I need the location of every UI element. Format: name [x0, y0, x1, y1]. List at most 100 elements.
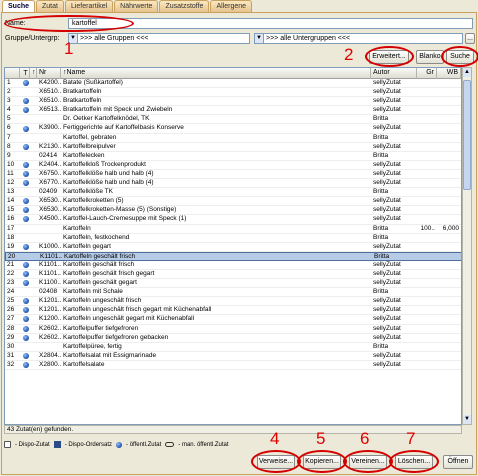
table-row[interactable]: 2 X6510.. Bratkartoffeln sellyZutat — [5, 88, 461, 98]
row-wb — [437, 343, 461, 351]
row-flag — [30, 306, 37, 314]
col-header-type[interactable]: T — [20, 68, 30, 79]
row-number: 20 — [8, 252, 16, 260]
table-row[interactable]: 21 K1101.. Kartoffeln geschält frisch selly… — [5, 260, 461, 270]
erweitert-button[interactable]: Erweitert... — [369, 50, 409, 64]
table-row[interactable]: 12 X6770.. Kartoffelklöße halb und halb (4… — [5, 179, 461, 189]
table-row[interactable]: 27 K1200.. Kartoffeln ungeschält gegart mi… — [5, 315, 461, 325]
table-row[interactable]: 6 K3900.. Fertiggerichte auf Kartoffelbasi… — [5, 124, 461, 134]
col-header-nr[interactable]: Nr — [37, 68, 61, 79]
subgroup-select[interactable]: ▼ >>> alle Untergruppen <<< — [254, 33, 463, 44]
row-flag — [30, 234, 37, 242]
row-autor: sellyZutat — [373, 179, 401, 187]
loeschen-button[interactable]: Löschen... — [395, 455, 433, 469]
row-wb — [437, 215, 461, 223]
row-wb — [437, 97, 461, 105]
group-select[interactable]: ▼ >>> alle Gruppen <<< — [68, 33, 250, 44]
row-type — [21, 253, 31, 260]
col-header-num[interactable] — [5, 68, 20, 79]
row-type — [20, 225, 30, 233]
table-row[interactable]: 23 K1100.. Kartoffeln geschält gegart selly… — [5, 279, 461, 289]
result-count: 43 Zutat(en) gefunden. — [7, 426, 74, 433]
table-row[interactable]: 26 K1201.. Kartoffeln ungeschält frisch ge… — [5, 306, 461, 316]
row-type — [20, 115, 30, 123]
table-row[interactable]: 3 X6510.. Bratkartoffeln sellyZutat — [5, 97, 461, 107]
table-row[interactable]: 22 K1101.. Kartoffeln geschält frisch gega… — [5, 270, 461, 280]
table-row[interactable]: 20 K1101.. Kartoffeln geschält frisch Britt… — [5, 251, 461, 261]
table-row[interactable]: 9 02414 Kartoffelecken Britta — [5, 151, 461, 161]
row-gr — [417, 124, 437, 132]
kopieren-button[interactable]: Kopieren... — [303, 455, 341, 469]
tab-2[interactable]: Lieferartikel — [64, 0, 114, 12]
tab-4[interactable]: Zusatzstoffe — [159, 0, 210, 12]
tab-3[interactable]: Nährwerte — [114, 0, 159, 12]
table-row[interactable]: 4 X6513.. Bratkartoffeln mit Speck und Zwi… — [5, 106, 461, 116]
col-header-name[interactable]: ↑Name — [61, 68, 371, 79]
table-row[interactable]: 14 X6530.. Kartoffelkroketten (5) sellyZuta… — [5, 197, 461, 207]
col-header-autor[interactable]: Autor — [371, 68, 417, 79]
table-row[interactable]: 7 Kartoffel, gebraten Britta — [5, 134, 461, 143]
scroll-thumb[interactable] — [463, 80, 471, 190]
suche-button[interactable]: Suche — [446, 50, 474, 64]
globe-icon — [23, 361, 29, 368]
row-wb — [437, 143, 461, 151]
name-input[interactable]: kartoffel — [68, 18, 473, 29]
row-gr — [417, 197, 437, 205]
table-row[interactable]: 17 Kartoffeln Britta 100.. 6,000 — [5, 225, 461, 234]
table-row[interactable]: 19 K1000.. Kartoffeln gegart sellyZutat — [5, 242, 461, 252]
scroll-down-icon[interactable]: ▼ — [463, 415, 471, 424]
col-header-wb[interactable]: WB — [437, 68, 461, 79]
group-browse-button[interactable]: ... — [465, 33, 475, 44]
row-wb — [437, 134, 461, 142]
table-row[interactable]: 13 02409 Kartoffelklöße TK Britta — [5, 188, 461, 198]
table-row[interactable]: 8 K2130.. Kartoffelbreipulver sellyZutat — [5, 142, 461, 152]
table-row[interactable]: 16 X4500.. Kartoffel-Lauch-Cremesuppe mit … — [5, 215, 461, 225]
table-row[interactable]: 10 K2404.. Kartoffelkloß Trockenprodukt sel… — [5, 161, 461, 170]
table-row[interactable]: 11 X6750.. Kartoffelklöße halb und halb (4… — [5, 169, 461, 180]
row-nr: K1000.. — [39, 242, 61, 250]
table-row[interactable]: 5 Dr. Oetker Kartoffelknödel, TK Britta — [5, 115, 461, 125]
table-row[interactable]: 31 X2804.. Kartoffelsalat mit Essigmarinad… — [5, 352, 461, 361]
row-type — [20, 234, 30, 242]
oeffnen-button[interactable]: Öffnen — [443, 455, 473, 469]
row-number: 26 — [7, 306, 15, 314]
table-row[interactable]: 32 X2800.. Kartoffelsalate sellyZutat — [5, 361, 461, 370]
globe-icon — [23, 261, 29, 268]
table-row[interactable]: 29 K2602.. Kartoffelpuffer tiefgefroren ge… — [5, 334, 461, 343]
table-row[interactable]: 1 K4200.. Batate (Sußkartoffel) sellyZutat — [5, 79, 461, 89]
row-gr — [417, 134, 437, 142]
row-flag — [30, 243, 37, 251]
table-row[interactable]: 28 K2602.. Kartoffelpuffer tiefgefroren sel… — [5, 325, 461, 334]
table-row[interactable]: 18 Kartoffeln, festkochend Britta — [5, 234, 461, 243]
row-autor: sellyZutat — [373, 306, 401, 314]
row-autor: sellyZutat — [373, 260, 401, 268]
table-row[interactable]: 30 Kartoffelpüree, fertig Britta — [5, 343, 461, 352]
glasses-icon — [165, 442, 175, 447]
globe-icon — [23, 325, 29, 332]
verweise-button[interactable]: Verweise... — [257, 455, 295, 469]
col-header-sort[interactable]: ↑ — [30, 68, 37, 79]
blanko-button[interactable]: Blanko — [416, 50, 444, 64]
row-nr — [37, 134, 61, 142]
row-nr: 02408 — [39, 288, 58, 296]
tab-1[interactable]: Zutat — [36, 0, 64, 12]
row-flag — [30, 270, 37, 278]
col-header-gr[interactable]: Gr — [417, 68, 437, 79]
table-row[interactable]: 24 02408 Kartoffeln mit Schale Britta — [5, 288, 461, 298]
globe-icon — [23, 307, 29, 314]
tab-5[interactable]: Allergene — [210, 0, 253, 12]
vereinen-button[interactable]: Vereinen... — [349, 455, 387, 469]
row-name: Kartoffelklöße halb und halb (4) — [63, 169, 154, 177]
row-type — [20, 352, 30, 360]
row-number: 4 — [7, 106, 11, 114]
row-nr: K1101.. — [40, 252, 62, 260]
globe-icon — [23, 207, 29, 214]
row-nr — [37, 115, 61, 123]
row-flag — [30, 188, 37, 196]
table-row[interactable]: 25 K1201.. Kartoffeln ungeschält frisch sel… — [5, 297, 461, 307]
row-autor: sellyZutat — [373, 142, 401, 150]
scroll-up-icon[interactable]: ▲ — [463, 68, 471, 77]
vertical-scrollbar[interactable]: ▲ ▼ — [462, 67, 472, 425]
table-row[interactable]: 15 X6530.. Kartoffelkroketten-Masse (5) (S… — [5, 206, 461, 216]
row-nr: 02414 — [39, 151, 58, 159]
